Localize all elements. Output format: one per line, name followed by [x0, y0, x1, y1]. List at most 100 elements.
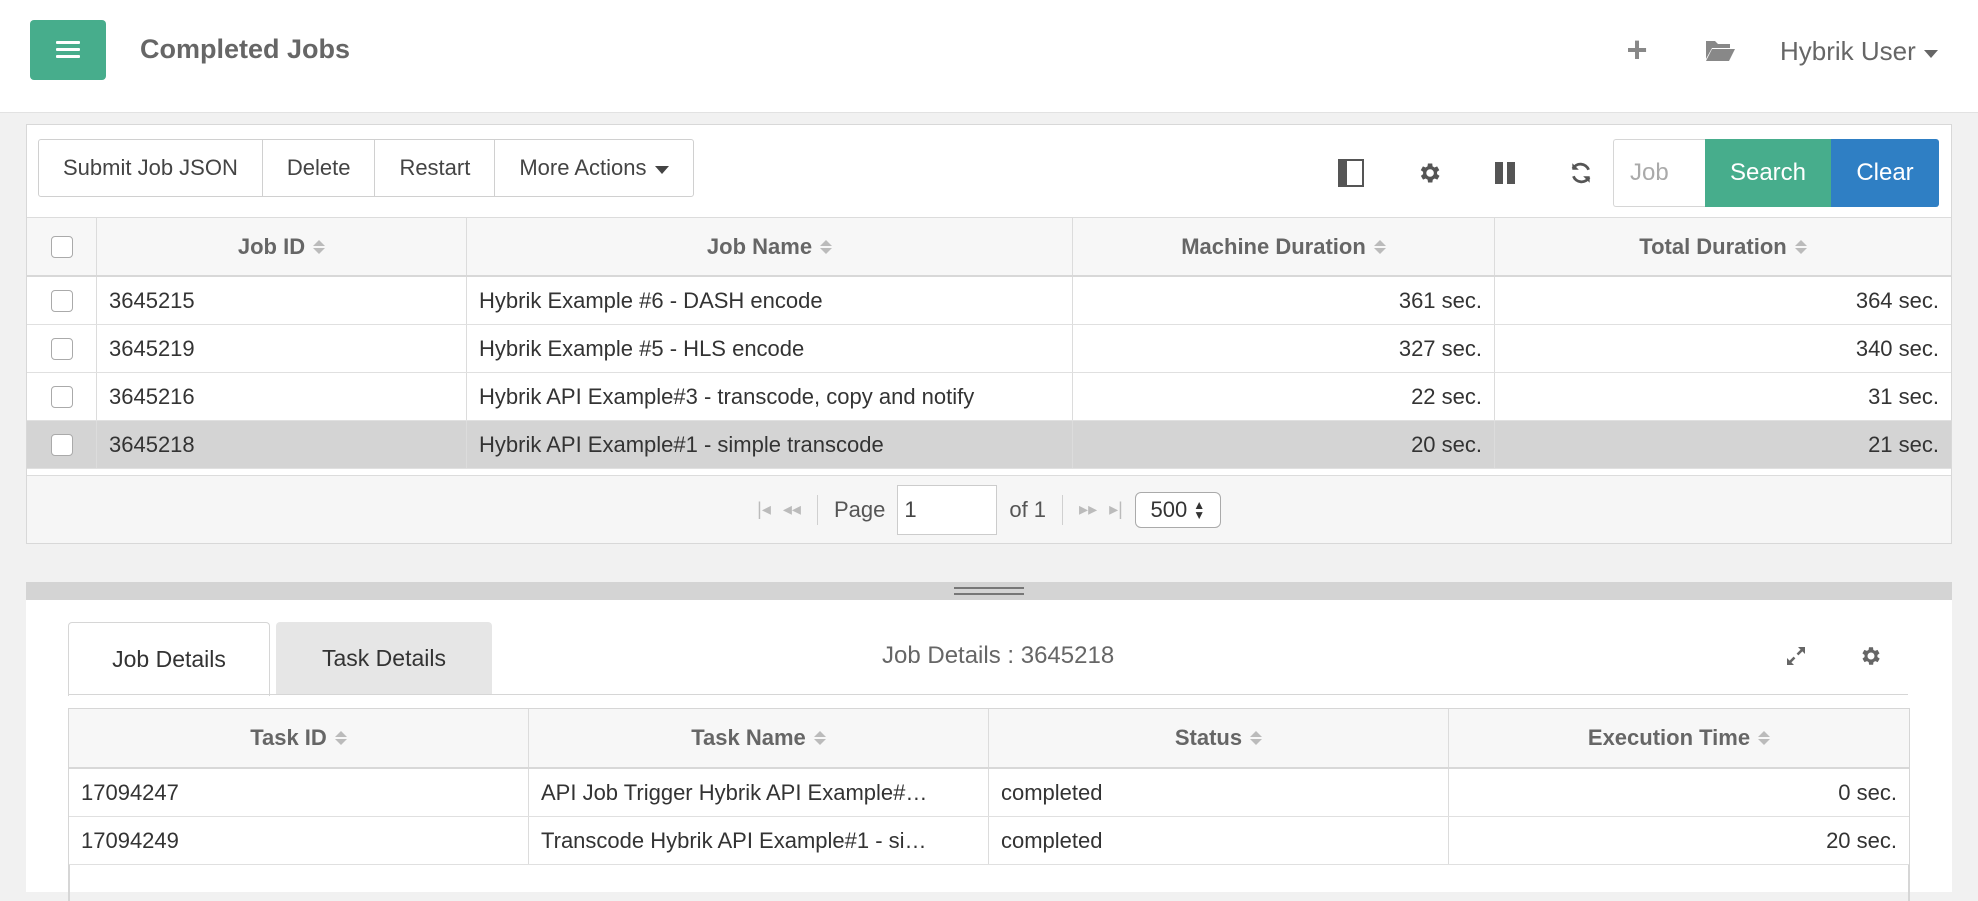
submit-job-json-button[interactable]: Submit Job JSON	[39, 140, 263, 196]
select-all-cell	[27, 218, 97, 275]
column-header-total-duration[interactable]: Total Duration	[1495, 218, 1951, 275]
pause-icon[interactable]	[1487, 155, 1523, 191]
task-name-cell: API Job Trigger Hybrik API Example#…	[529, 769, 989, 816]
plus-icon[interactable]: +	[1617, 30, 1657, 70]
page-title: Completed Jobs	[140, 34, 351, 64]
chevron-down-icon	[1923, 49, 1938, 58]
tab-task-details[interactable]: Task Details	[276, 622, 492, 694]
jobs-panel: Submit Job JSON Delete Restart More Acti…	[26, 124, 1952, 544]
execution-time-cell: 20 sec.	[1826, 827, 1897, 853]
tab-job-details[interactable]: Job Details	[68, 622, 270, 696]
table-row[interactable]: 17094249 Transcode Hybrik API Example#1 …	[69, 817, 1909, 865]
next-page-icon[interactable]: ▸▸	[1079, 499, 1097, 520]
delete-button[interactable]: Delete	[263, 140, 376, 196]
table-row[interactable]: 3645215 Hybrik Example #6 - DASH encode …	[27, 277, 1951, 325]
row-checkbox[interactable]	[50, 337, 73, 360]
drag-handle-icon[interactable]	[954, 587, 1024, 595]
page-count-label: of 1	[1009, 496, 1047, 522]
table-row[interactable]: 17094247 API Job Trigger Hybrik API Exam…	[69, 769, 1909, 817]
first-page-icon[interactable]: |◂	[757, 499, 771, 520]
row-checkbox[interactable]	[50, 289, 73, 312]
job-name-cell: Hybrik API Example#1 - simple transcode	[467, 421, 1073, 468]
row-checkbox[interactable]	[50, 385, 73, 408]
page-number-input[interactable]	[897, 484, 998, 535]
total-duration-cell: 21 sec.	[1868, 431, 1939, 457]
tasks-table-header: Task ID Task Name Status Execution Time	[69, 709, 1909, 769]
job-id-cell: 3645219	[97, 325, 467, 372]
details-panel: Job Details Task Details Job Details : 3…	[26, 600, 1952, 901]
page-size-select[interactable]: 500 ▲ ▼	[1134, 491, 1221, 528]
jobs-table: Job ID Job Name Machine Duration Total D…	[27, 217, 1951, 475]
menu-button[interactable]	[30, 20, 106, 80]
search-button[interactable]: Search	[1705, 139, 1831, 207]
column-header-task-name[interactable]: Task Name	[529, 709, 989, 767]
total-duration-cell: 340 sec.	[1855, 335, 1939, 361]
expand-icon[interactable]	[1778, 638, 1814, 674]
action-toolbar: Submit Job JSON Delete Restart More Acti…	[38, 139, 694, 197]
task-status-cell: completed	[989, 817, 1449, 864]
sort-icon	[313, 239, 326, 254]
gear-icon[interactable]	[1852, 638, 1888, 674]
job-search-input[interactable]	[1613, 139, 1705, 207]
panel-splitter[interactable]	[26, 582, 1952, 600]
restart-button[interactable]: Restart	[375, 140, 496, 196]
task-id-cell: 17094247	[69, 769, 529, 816]
total-duration-cell: 31 sec.	[1868, 383, 1939, 409]
pagination-bar: |◂ ◂◂ Page of 1 ▸▸ ▸| 500 ▲▼	[27, 475, 1951, 543]
clear-button[interactable]: Clear	[1831, 139, 1939, 207]
total-duration-cell: 364 sec.	[1855, 287, 1939, 313]
column-header-execution-time[interactable]: Execution Time	[1449, 709, 1909, 767]
job-id-cell: 3645218	[97, 421, 467, 468]
sort-icon	[820, 239, 833, 254]
gear-icon[interactable]	[1411, 155, 1447, 191]
table-row-selected[interactable]: 3645218 Hybrik API Example#1 - simple tr…	[27, 421, 1951, 469]
job-id-cell: 3645215	[97, 277, 467, 324]
machine-duration-cell: 20 sec.	[1073, 421, 1495, 468]
execution-time-cell: 0 sec.	[1838, 779, 1897, 805]
last-page-icon[interactable]: ▸|	[1109, 499, 1123, 520]
sort-icon	[1758, 731, 1771, 745]
folder-open-icon[interactable]	[1700, 30, 1740, 70]
column-header-machine-duration[interactable]: Machine Duration	[1073, 218, 1495, 275]
job-name-cell: Hybrik Example #6 - DASH encode	[467, 277, 1073, 324]
sort-icon	[1373, 239, 1386, 254]
more-actions-button[interactable]: More Actions	[495, 140, 692, 196]
task-status-cell: completed	[989, 769, 1449, 816]
table-row[interactable]: 3645219 Hybrik Example #5 - HLS encode 3…	[27, 325, 1951, 373]
column-header-status[interactable]: Status	[989, 709, 1449, 767]
machine-duration-cell: 361 sec.	[1073, 277, 1495, 324]
chevron-down-icon	[654, 166, 669, 174]
refresh-icon[interactable]	[1563, 155, 1599, 191]
menu-icon	[56, 41, 80, 59]
sort-icon	[1250, 731, 1263, 745]
sidebar-toggle-icon[interactable]	[1333, 155, 1369, 191]
user-name: Hybrik User	[1780, 36, 1916, 66]
job-id-cell: 3645216	[97, 373, 467, 420]
more-actions-label: More Actions	[519, 155, 647, 180]
task-id-cell: 17094249	[69, 817, 529, 864]
table-row[interactable]: 3645216 Hybrik API Example#3 - transcode…	[27, 373, 1951, 421]
column-header-task-id[interactable]: Task ID	[69, 709, 529, 767]
jobs-table-header: Job ID Job Name Machine Duration Total D…	[27, 217, 1951, 277]
user-menu[interactable]: Hybrik User	[1780, 36, 1938, 67]
sort-icon	[813, 731, 826, 745]
sort-icon	[334, 731, 347, 745]
select-all-checkbox[interactable]	[50, 235, 73, 258]
tasks-table: Task ID Task Name Status Execution Time …	[68, 708, 1910, 901]
row-checkbox[interactable]	[50, 433, 73, 456]
previous-page-icon[interactable]: ◂◂	[783, 499, 801, 520]
select-arrows-icon: ▲ ▼	[1193, 497, 1206, 522]
column-header-job-name[interactable]: Job Name	[467, 218, 1073, 275]
details-title: Job Details : 3645218	[882, 642, 1115, 669]
column-header-job-id[interactable]: Job ID	[97, 218, 467, 275]
task-name-cell: Transcode Hybrik API Example#1 - si…	[529, 817, 989, 864]
jobs-table-body: 3645215 Hybrik Example #6 - DASH encode …	[27, 277, 1951, 475]
page-label: Page	[833, 496, 886, 522]
sort-icon	[1794, 239, 1807, 254]
machine-duration-cell: 22 sec.	[1073, 373, 1495, 420]
job-name-cell: Hybrik Example #5 - HLS encode	[467, 325, 1073, 372]
top-bar: Completed Jobs + Hybrik User	[0, 0, 1978, 113]
page-size-value: 500	[1150, 496, 1188, 522]
machine-duration-cell: 327 sec.	[1073, 325, 1495, 372]
job-name-cell: Hybrik API Example#3 - transcode, copy a…	[467, 373, 1073, 420]
